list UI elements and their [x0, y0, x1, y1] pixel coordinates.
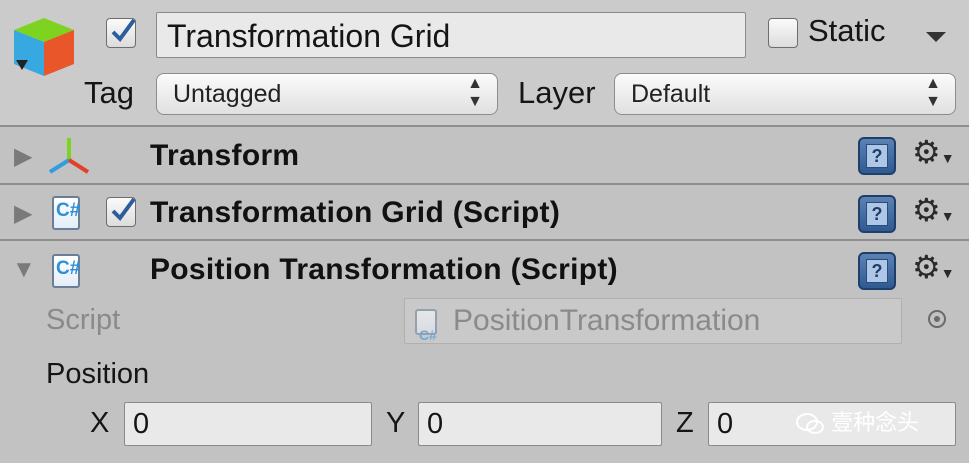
z-axis-label: Z: [676, 407, 694, 439]
static-dropdown-arrow-icon[interactable]: [924, 30, 948, 44]
gameobject-cube-icon: [14, 18, 74, 76]
static-label: Static: [808, 13, 886, 48]
component-header-transform[interactable]: [0, 127, 969, 183]
layer-label: Layer: [518, 75, 596, 110]
active-checkbox[interactable]: [106, 18, 136, 48]
component-title: Transform: [150, 139, 300, 172]
tag-dropdown-value: Untagged: [173, 80, 282, 108]
layer-dropdown[interactable]: Default ▲ ▼: [614, 73, 956, 115]
gear-icon[interactable]: ⚙▼: [912, 133, 955, 171]
transform-axes-icon: [48, 138, 90, 174]
csharp-script-icon: C#: [52, 196, 80, 230]
layer-dropdown-value: Default: [631, 80, 711, 108]
component-title: Transformation Grid (Script): [150, 196, 561, 229]
component-enabled-checkbox[interactable]: [106, 197, 136, 227]
object-picker-icon[interactable]: [926, 308, 948, 330]
tag-dropdown[interactable]: Untagged ▲ ▼: [156, 73, 498, 115]
csharp-script-icon: C#: [52, 254, 80, 288]
position-label: Position: [46, 358, 150, 390]
updown-arrows-icon: ▲ ▼: [925, 75, 941, 110]
help-book-icon[interactable]: ?: [858, 195, 896, 233]
tag-label: Tag: [84, 75, 134, 110]
y-axis-label: Y: [386, 407, 406, 439]
position-x-field[interactable]: 0: [124, 402, 372, 446]
updown-arrows-icon: ▲ ▼: [467, 75, 483, 110]
script-label: Script: [46, 304, 121, 336]
component-title: Position Transformation (Script): [150, 253, 618, 286]
script-object-value: PositionTransformation: [453, 304, 761, 337]
static-checkbox[interactable]: [768, 18, 798, 48]
watermark-text: 壹种念头: [831, 410, 920, 435]
wechat-icon: [796, 413, 824, 435]
help-book-icon[interactable]: ?: [858, 252, 896, 290]
gear-icon[interactable]: ⚙▼: [912, 248, 955, 286]
foldout-collapsed-icon[interactable]: ▶: [14, 199, 32, 228]
script-object-field: C# PositionTransformation: [404, 298, 902, 344]
help-book-icon[interactable]: ?: [858, 137, 896, 175]
position-y-field[interactable]: 0: [418, 402, 662, 446]
foldout-collapsed-icon[interactable]: ▶: [14, 142, 32, 171]
gear-icon[interactable]: ⚙▼: [912, 191, 955, 229]
x-axis-label: X: [90, 407, 110, 439]
name-field[interactable]: Transformation Grid: [156, 12, 746, 58]
foldout-expanded-icon[interactable]: ▼: [12, 256, 36, 284]
csharp-script-icon: C#: [415, 309, 437, 343]
watermark: 壹种念头: [795, 405, 919, 437]
